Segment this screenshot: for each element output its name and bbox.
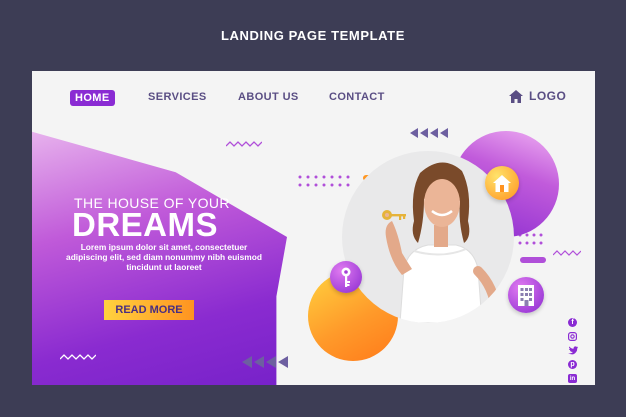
purple-pill-decoration [520,257,546,263]
nav-home[interactable]: HOME [70,90,115,106]
page-title: LANDING PAGE TEMPLATE [220,28,405,43]
triangles-decoration-bottom [242,356,288,368]
home-feature-badge [485,166,519,200]
facebook-icon[interactable]: f [568,318,577,327]
twitter-icon[interactable] [568,346,578,355]
building-icon [518,285,534,306]
zigzag-decoration [226,141,262,147]
home-icon [509,89,523,103]
triangles-decoration [410,128,448,138]
logo-text: LOGO [529,89,567,103]
key-feature-badge [330,261,362,293]
logo[interactable]: LOGO [509,89,566,103]
dots-decoration [298,175,350,187]
read-more-button[interactable]: READ MORE [104,300,194,320]
hero-title: DREAMS [72,206,219,243]
golden-key-icon [382,210,406,220]
zigzag-decoration-bottom [60,354,96,360]
nav-services[interactable]: SERVICES [148,91,207,103]
hero-body-text: Lorem ipsum dolor sit amet, consectetuer… [66,242,262,272]
pinterest-icon[interactable]: p [568,360,577,369]
zigzag-decoration-right [553,250,581,256]
instagram-icon[interactable] [568,332,577,341]
navbar: HOME SERVICES ABOUT US CONTACT LOGO [32,71,595,127]
nav-contact[interactable]: CONTACT [329,91,385,103]
building-feature-badge [508,277,544,313]
landing-card: HOME SERVICES ABOUT US CONTACT LOGO THE … [32,71,595,385]
linkedin-icon[interactable]: in [568,374,577,383]
home-icon [493,174,511,192]
key-icon [341,267,351,287]
dots-decoration-right [518,233,543,245]
nav-about-us[interactable]: ABOUT US [238,91,299,103]
